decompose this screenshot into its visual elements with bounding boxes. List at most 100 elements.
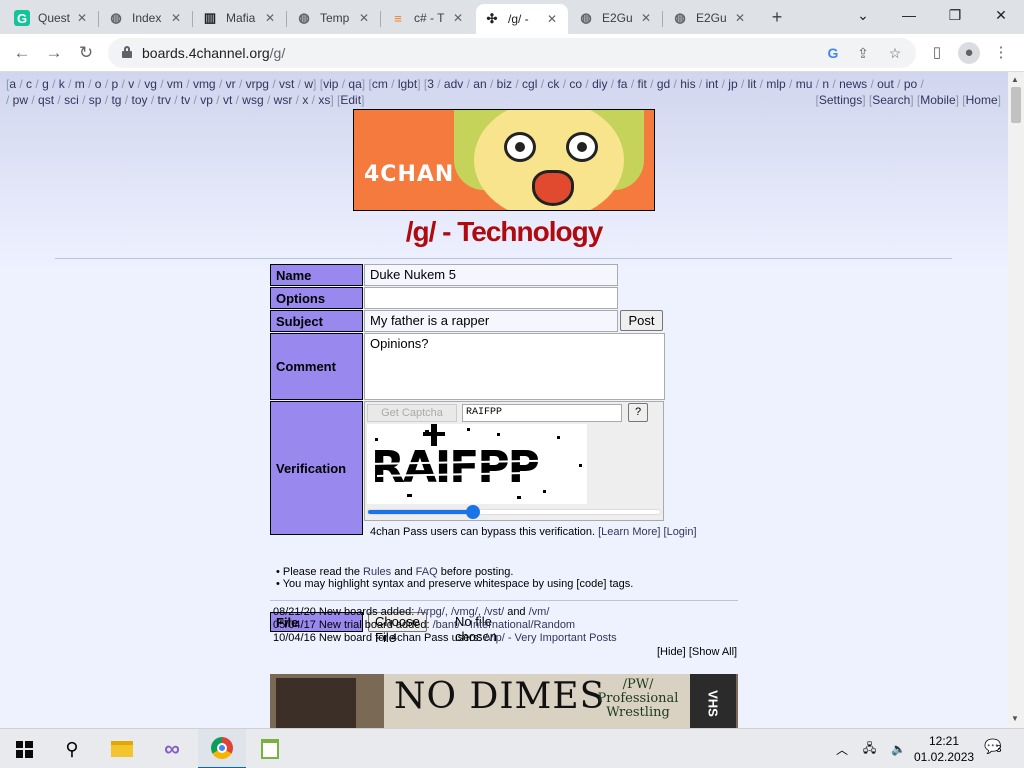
board-link[interactable]: int <box>706 77 719 91</box>
board-link[interactable]: jp <box>728 77 737 91</box>
news-link[interactable]: /vrpg/, /vmg/, /vst/ <box>417 606 504 618</box>
tab-4[interactable]: ≡ c# - T ✕ <box>382 4 474 32</box>
board-banner[interactable]: 4CHAN <box>353 109 655 211</box>
board-link[interactable]: vm <box>167 77 183 91</box>
board-link[interactable]: g <box>42 77 49 91</box>
board-link[interactable]: pw <box>13 93 28 107</box>
forward-button[interactable]: → <box>42 42 66 64</box>
nav-link-home[interactable]: Home <box>966 93 998 107</box>
board-link[interactable]: sci <box>64 93 79 107</box>
news-link[interactable]: /vip/ - Very Important Posts <box>485 632 617 644</box>
faq-link[interactable]: FAQ <box>416 566 438 578</box>
board-link[interactable]: cgl <box>522 77 537 91</box>
board-link[interactable]: vg <box>144 77 157 91</box>
tab-7[interactable]: ◍ E2Gu ✕ <box>664 4 756 32</box>
search-icon[interactable]: ⚲ <box>48 729 96 768</box>
captcha-input[interactable]: RAIFPP <box>462 404 622 422</box>
board-link[interactable]: lgbt <box>398 77 417 91</box>
captcha-slider-knob[interactable] <box>466 505 481 519</box>
captcha-help-button[interactable]: ? <box>628 403 648 422</box>
nav-link-mobile[interactable]: Mobile <box>920 93 955 107</box>
close-tab-icon[interactable]: ✕ <box>638 11 654 25</box>
board-link[interactable]: vst <box>279 77 294 91</box>
close-tab-icon[interactable]: ✕ <box>262 11 278 25</box>
board-link[interactable]: out <box>877 77 894 91</box>
board-link[interactable]: w <box>304 77 313 91</box>
profile-avatar-icon[interactable]: ● <box>958 42 980 64</box>
board-link[interactable]: fit <box>638 77 647 91</box>
board-link[interactable]: o <box>95 77 102 91</box>
board-link[interactable]: vip <box>323 77 338 91</box>
restore-button[interactable]: ❐ <box>932 0 978 34</box>
tab-3[interactable]: ◍ Temp ✕ <box>288 4 380 32</box>
board-link[interactable]: wsr <box>274 93 293 107</box>
login-link[interactable]: [Login] <box>664 526 697 538</box>
back-button[interactable]: ← <box>10 42 34 64</box>
board-link[interactable]: mlp <box>766 77 785 91</box>
bookmark-star-icon[interactable]: ☆ <box>886 44 904 62</box>
google-icon[interactable]: G <box>824 44 842 62</box>
comment-textarea[interactable]: Opinions? <box>364 333 665 400</box>
get-captcha-button[interactable]: Get Captcha <box>367 404 457 422</box>
board-link[interactable]: diy <box>592 77 607 91</box>
start-button[interactable] <box>0 729 48 768</box>
board-link[interactable]: po <box>904 77 917 91</box>
board-link[interactable]: toy <box>131 93 147 107</box>
board-link[interactable]: co <box>569 77 582 91</box>
board-link[interactable]: 3 <box>427 77 434 91</box>
name-input[interactable]: Duke Nukem 5 <box>364 264 618 286</box>
scroll-down-icon[interactable]: ▼ <box>1011 714 1019 723</box>
board-link[interactable]: news <box>839 77 867 91</box>
close-tab-icon[interactable]: ✕ <box>544 12 560 26</box>
board-link[interactable]: vr <box>226 77 236 91</box>
captcha-slider[interactable] <box>367 505 661 519</box>
board-link[interactable]: biz <box>497 77 512 91</box>
board-link[interactable]: adv <box>444 77 463 91</box>
board-link[interactable]: his <box>680 77 695 91</box>
board-link[interactable]: tv <box>181 93 190 107</box>
board-link[interactable]: vrpg <box>246 77 269 91</box>
tab-5[interactable]: ✣ /g/ - ✕ <box>476 4 568 34</box>
learn-more-link[interactable]: [Learn More] <box>598 526 660 538</box>
visual-studio-icon[interactable]: ∞ <box>148 729 196 768</box>
chevron-up-icon[interactable]: ︿ <box>836 741 848 758</box>
board-link[interactable]: wsg <box>242 93 263 107</box>
file-explorer-icon[interactable] <box>98 729 146 768</box>
board-link[interactable]: mu <box>796 77 813 91</box>
close-tab-icon[interactable]: ✕ <box>732 11 748 25</box>
board-link[interactable]: c <box>26 77 32 91</box>
tab-search-button[interactable]: ⌄ <box>840 0 886 34</box>
side-panel-icon[interactable]: ▯ <box>926 42 948 64</box>
tab-1[interactable]: ◍ Index ✕ <box>100 4 192 32</box>
chrome-icon[interactable] <box>198 729 246 768</box>
menu-kebab-icon[interactable]: ⋮ <box>990 42 1012 64</box>
board-link[interactable]: sp <box>89 93 102 107</box>
rules-link[interactable]: Rules <box>363 566 391 578</box>
board-link[interactable]: ck <box>547 77 559 91</box>
board-link[interactable]: a <box>9 77 16 91</box>
board-link[interactable]: an <box>473 77 486 91</box>
options-input[interactable] <box>364 287 618 309</box>
news-hide-link[interactable]: [Hide] <box>657 646 686 658</box>
nav-link-search[interactable]: Search <box>872 93 910 107</box>
news-link[interactable]: /vm/ <box>529 606 550 618</box>
post-button[interactable]: Post <box>620 310 663 331</box>
board-link[interactable]: cm <box>372 77 388 91</box>
scrollbar-thumb[interactable] <box>1011 87 1021 123</box>
minimize-button[interactable]: — <box>886 0 932 34</box>
close-window-button[interactable]: ✕ <box>978 0 1024 34</box>
board-link[interactable]: tg <box>111 93 121 107</box>
board-link[interactable]: vmg <box>193 77 216 91</box>
close-tab-icon[interactable]: ✕ <box>74 11 90 25</box>
edit-boardlist-link[interactable]: Edit <box>340 93 361 107</box>
board-link[interactable]: fa <box>617 77 627 91</box>
board-link[interactable]: lit <box>748 77 757 91</box>
board-link[interactable]: m <box>75 77 85 91</box>
news-show-all-link[interactable]: [Show All] <box>689 646 737 658</box>
close-tab-icon[interactable]: ✕ <box>356 11 372 25</box>
board-link[interactable]: n <box>822 77 829 91</box>
news-link[interactable]: /bant/ - International/Random <box>433 619 575 631</box>
board-link[interactable]: gd <box>657 77 670 91</box>
board-link[interactable]: xs <box>318 93 330 107</box>
new-tab-button[interactable]: + <box>766 7 788 29</box>
